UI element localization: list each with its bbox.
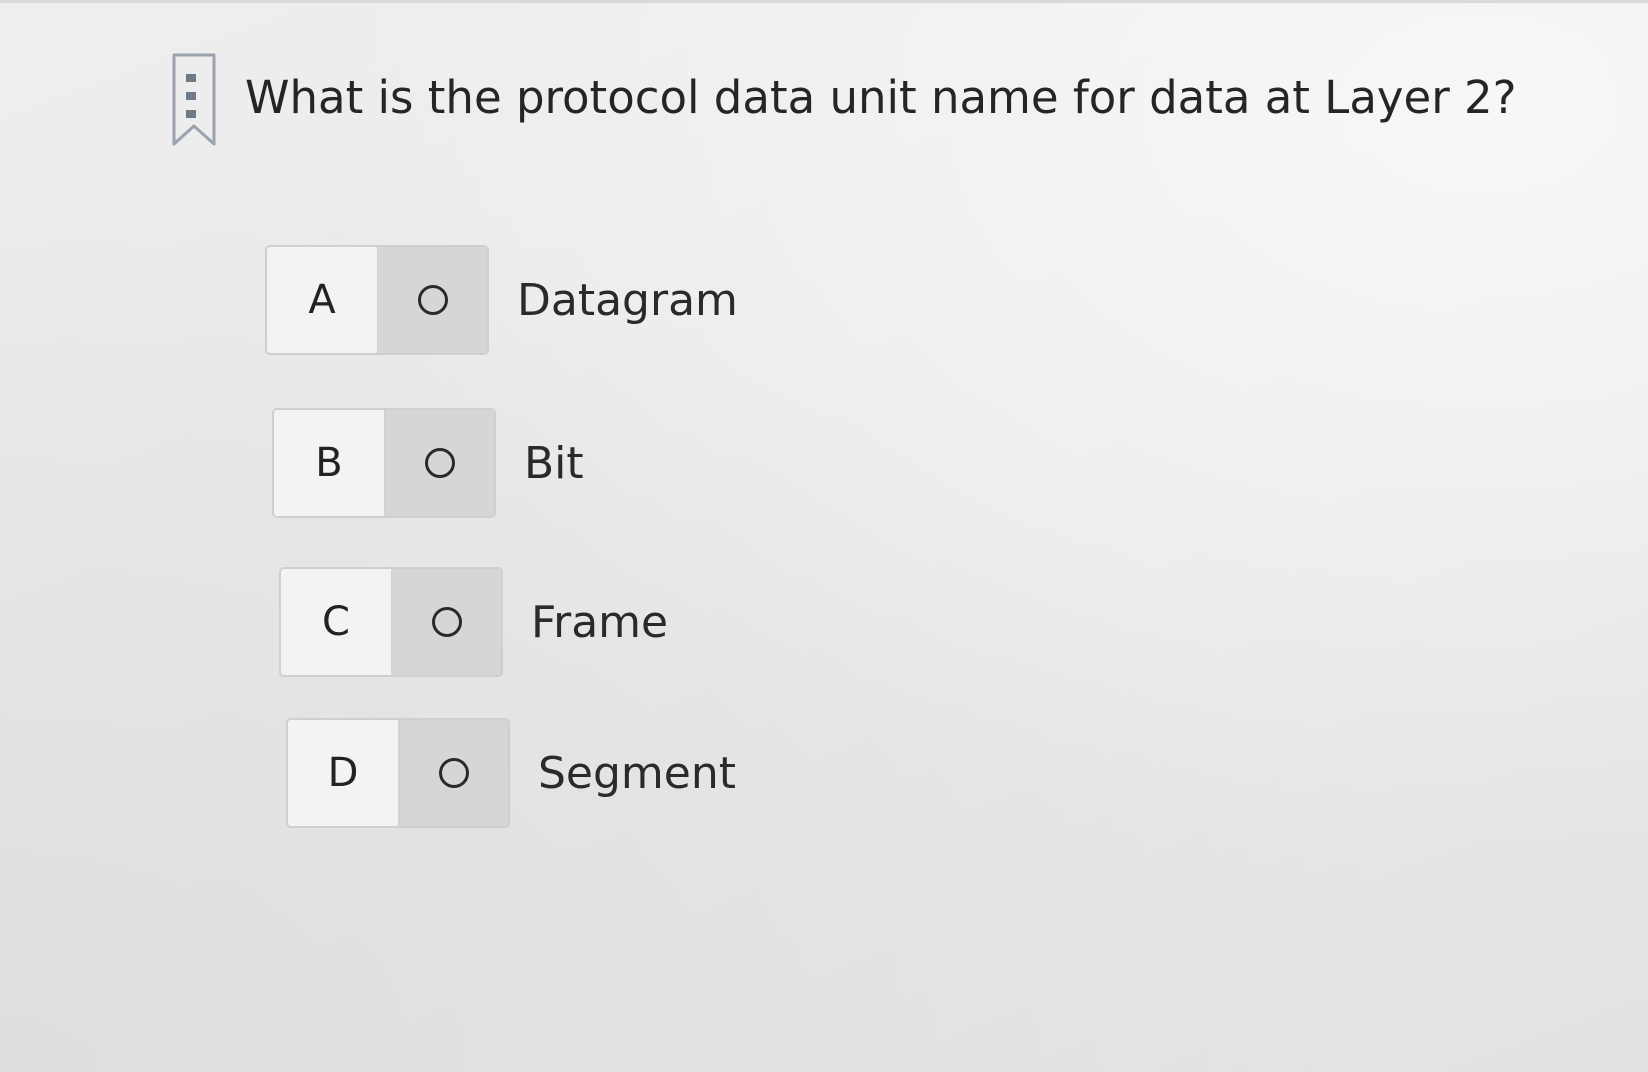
option-letter: D bbox=[288, 720, 400, 826]
option-label[interactable]: Frame bbox=[531, 597, 668, 648]
option-b-selector[interactable]: B bbox=[272, 408, 496, 518]
option-a-selector[interactable]: A bbox=[265, 245, 489, 355]
option-b-radio[interactable] bbox=[386, 410, 494, 516]
option-d-radio[interactable] bbox=[400, 720, 508, 826]
radio-circle-icon bbox=[418, 285, 448, 315]
radio-circle-icon bbox=[439, 758, 469, 788]
option-a-radio[interactable] bbox=[379, 247, 487, 353]
option-d-selector[interactable]: D bbox=[286, 718, 510, 828]
option-letter: B bbox=[274, 410, 386, 516]
option-letter: A bbox=[267, 247, 379, 353]
question-text: What is the protocol data unit name for … bbox=[245, 71, 1517, 124]
radio-circle-icon bbox=[432, 607, 462, 637]
option-label[interactable]: Segment bbox=[538, 748, 736, 799]
option-c-selector[interactable]: C bbox=[279, 567, 503, 677]
radio-circle-icon bbox=[425, 448, 455, 478]
option-letter: C bbox=[281, 569, 393, 675]
bookmark-icon[interactable] bbox=[170, 52, 222, 150]
option-b[interactable]: B Bit bbox=[272, 408, 584, 518]
page-top-edge bbox=[0, 0, 1648, 3]
option-c[interactable]: C Frame bbox=[279, 567, 668, 677]
option-c-radio[interactable] bbox=[393, 569, 501, 675]
option-label[interactable]: Datagram bbox=[517, 275, 738, 326]
option-a[interactable]: A Datagram bbox=[265, 245, 738, 355]
option-label[interactable]: Bit bbox=[524, 438, 584, 489]
option-d[interactable]: D Segment bbox=[286, 718, 736, 828]
